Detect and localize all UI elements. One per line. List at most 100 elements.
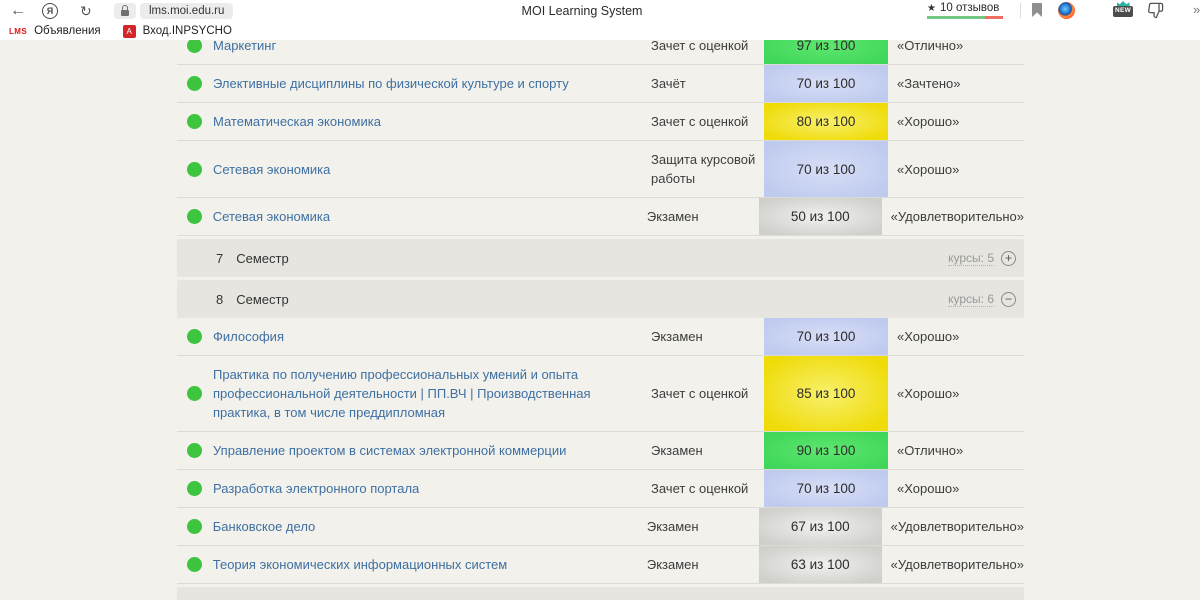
semester-header-row[interactable]: 7 Семестр курсы: 5 + [177, 239, 1024, 277]
thumbs-down-icon [1147, 2, 1164, 19]
course-cell: Практика по получению профессиональных у… [213, 356, 651, 431]
status-cell [177, 329, 213, 344]
semester-word: Семестр [236, 292, 288, 307]
rating-positive-segment [927, 16, 985, 19]
bookmark-inpsycho-login[interactable]: Вход.INPSYCHO [143, 25, 232, 37]
course-cell: Разработка электронного портала [213, 470, 651, 507]
course-link[interactable]: Математическая экономика [213, 112, 637, 131]
new-features-button[interactable]: NEW [1112, 1, 1134, 17]
score-badge: 70 из 100 [764, 141, 888, 197]
status-cell [177, 40, 213, 53]
grade-label: «Удовлетворительно» [882, 557, 1024, 572]
table-row: Практика по получению профессиональных у… [177, 356, 1024, 432]
exam-type-label: Экзамен [647, 198, 759, 235]
status-cell [177, 481, 213, 496]
score-badge: 70 из 100 [764, 318, 888, 355]
browser-menu-button[interactable]: Я [42, 0, 58, 22]
course-link[interactable]: Управление проектом в системах электронн… [213, 441, 637, 460]
grade-label: «Удовлетворительно» [882, 519, 1024, 534]
status-cell [177, 386, 213, 401]
completed-status-dot-icon [187, 386, 202, 401]
dislike-button[interactable] [1147, 2, 1165, 20]
table-row: Сетевая экономика Экзамен 50 из 100 «Удо… [177, 198, 1024, 236]
score-badge: 63 из 100 [759, 546, 882, 583]
bookmark-flag-icon[interactable] [1032, 3, 1042, 17]
course-link[interactable]: Практика по получению профессиональных у… [213, 365, 637, 422]
course-link[interactable]: Теория экономических информационных сист… [213, 555, 633, 574]
completed-status-dot-icon [187, 443, 202, 458]
status-cell [177, 557, 213, 572]
bookmarks-bar: LMS Объявления А Вход.INPSYCHO [0, 22, 1200, 40]
completed-status-dot-icon [187, 481, 202, 496]
status-cell [177, 114, 213, 129]
exam-type-label: Зачет с оценкой [651, 103, 764, 140]
course-link[interactable]: Банковское дело [213, 517, 633, 536]
grade-label: «Зачтено» [888, 76, 1024, 91]
score-badge: 90 из 100 [764, 432, 888, 469]
grade-label: «Отлично» [888, 40, 1024, 53]
grade-label: «Отлично» [888, 443, 1024, 458]
score-badge: 97 из 100 [764, 40, 888, 64]
exam-type-label: Зачет с оценкой [651, 375, 764, 412]
exam-type-label: Зачет с оценкой [651, 40, 764, 64]
semester-controls: курсы: 6 − [948, 292, 1016, 307]
bookmark-announcements[interactable]: Объявления [34, 25, 101, 37]
table-row: Математическая экономика Зачет с оценкой… [177, 103, 1024, 141]
lock-icon [121, 10, 129, 16]
course-link[interactable]: Элективные дисциплины по физической куль… [213, 74, 637, 93]
score-badge: 67 из 100 [759, 508, 882, 545]
completed-status-dot-icon [187, 162, 202, 177]
crown-icon [1117, 1, 1130, 6]
semester-number: 7 [216, 251, 223, 266]
score-badge: 80 из 100 [764, 103, 888, 140]
yandex-icon: Я [42, 3, 58, 19]
courses-count-link[interactable]: курсы: 6 [948, 292, 994, 307]
semester-controls: курсы: 5 + [948, 251, 1016, 266]
table-row: Элективные дисциплины по физической куль… [177, 65, 1024, 103]
course-cell: Сетевая экономика [213, 198, 647, 235]
site-reviews-button[interactable]: ★ 10 отзывов [927, 1, 999, 15]
exam-type-label: Экзамен [651, 432, 764, 469]
semester-header-row[interactable]: 8 Семестр курсы: 6 − [177, 280, 1024, 318]
table-row: Теория экономических информационных сист… [177, 546, 1024, 584]
exam-type-label: Зачёт [651, 65, 764, 102]
score-badge: 70 из 100 [764, 470, 888, 507]
table-row: Сетевая экономика Защита курсовой работы… [177, 141, 1024, 198]
course-link[interactable]: Сетевая экономика [213, 160, 637, 179]
browser-window: ← Я ↻ lms.moi.edu.ru MOI Learning System… [0, 0, 1200, 600]
toolbar-overflow-icon[interactable]: » [1193, 2, 1200, 17]
completed-status-dot-icon [187, 209, 202, 224]
course-link[interactable]: Маркетинг [213, 40, 637, 55]
course-link[interactable]: Философия [213, 327, 637, 346]
grade-label: «Хорошо» [888, 386, 1024, 401]
exam-type-label: Защита курсовой работы [651, 141, 764, 197]
course-cell: Математическая экономика [213, 103, 651, 140]
expand-toggle-icon[interactable]: + [1001, 251, 1016, 266]
grade-label: «Хорошо» [888, 481, 1024, 496]
course-cell: Маркетинг [213, 40, 651, 64]
back-button[interactable]: ← [10, 0, 26, 22]
completed-status-dot-icon [187, 76, 202, 91]
url-text: lms.moi.edu.ru [149, 5, 224, 17]
browser-toolbar: ← Я ↻ lms.moi.edu.ru MOI Learning System… [0, 0, 1200, 22]
grade-label: «Хорошо» [888, 329, 1024, 344]
grade-label: «Хорошо» [888, 162, 1024, 177]
completed-status-dot-icon [187, 329, 202, 344]
site-security-button[interactable] [114, 3, 136, 19]
grade-label: «Удовлетворительно» [882, 209, 1024, 224]
course-link[interactable]: Разработка электронного портала [213, 479, 637, 498]
completed-status-dot-icon [187, 557, 202, 572]
extension-icon[interactable] [1058, 2, 1075, 19]
reviews-label: 10 отзывов [940, 2, 999, 14]
completed-status-dot-icon [187, 519, 202, 534]
next-semester-header-partial[interactable] [177, 587, 1024, 600]
address-bar[interactable]: lms.moi.edu.ru [140, 3, 233, 19]
course-cell: Теория экономических информационных сист… [213, 546, 647, 583]
courses-count-link[interactable]: курсы: 5 [948, 251, 994, 266]
course-link[interactable]: Сетевая экономика [213, 207, 633, 226]
expand-toggle-icon[interactable]: − [1001, 292, 1016, 307]
table-row: Разработка электронного портала Зачет с … [177, 470, 1024, 508]
rating-negative-segment [985, 16, 1003, 19]
refresh-button[interactable]: ↻ [80, 0, 92, 22]
course-cell: Элективные дисциплины по физической куль… [213, 65, 651, 102]
